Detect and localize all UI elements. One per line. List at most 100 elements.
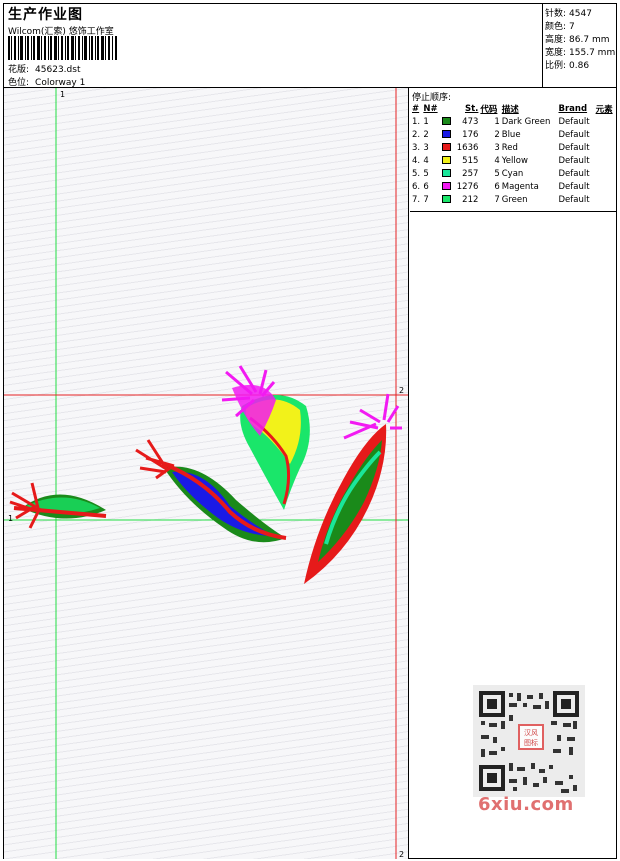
- row-description: Yellow: [501, 155, 528, 166]
- row-index: 3.: [412, 142, 421, 153]
- color-swatch: [441, 128, 453, 141]
- stat-colors-label: 颜色:: [545, 22, 567, 32]
- thread-row[interactable]: 2. 2 176 2 Blue Default: [411, 128, 616, 141]
- col-brand: Brand: [558, 103, 588, 114]
- stat-stitches-value: 4547: [569, 9, 592, 19]
- thread-row[interactable]: 4. 4 515 4 Yellow Default: [411, 154, 616, 167]
- col-element: 元素: [595, 104, 613, 115]
- row-code: 5: [494, 168, 500, 179]
- stat-height: 高度: 86.7 mm: [545, 32, 609, 45]
- qr-stamp-logo: 汉风 图标: [518, 724, 544, 750]
- row-element: [595, 180, 616, 193]
- row-code: 4: [494, 155, 500, 166]
- page-title: 生产作业图: [8, 7, 83, 23]
- row-stitches: 212: [462, 194, 479, 205]
- stat-scale-label: 比例:: [545, 61, 567, 71]
- design-file-line: 花版: 45623.dst: [8, 62, 80, 75]
- thread-row[interactable]: 6. 6 1276 6 Magenta Default: [411, 180, 616, 193]
- color-swatch: [441, 167, 453, 180]
- row-brand: Default: [558, 194, 590, 205]
- color-swatch-box: [441, 130, 451, 138]
- color-swatch-box: [441, 156, 451, 164]
- color-swatch-box: [441, 182, 451, 190]
- col-index: #: [412, 103, 420, 114]
- row-stitches: 473: [462, 116, 479, 127]
- colorway-line: 色位: Colorway 1: [8, 75, 85, 88]
- row-number: 7: [423, 194, 429, 205]
- row-index: 6.: [412, 181, 421, 192]
- row-element: [595, 193, 616, 206]
- col-stitches: St.: [464, 103, 479, 114]
- color-swatch-box: [441, 117, 451, 125]
- row-description: Dark Green: [501, 116, 551, 127]
- shell-motif: [221, 365, 310, 510]
- row-description: Cyan: [501, 168, 524, 179]
- header: 生产作业图 Wilcom(汇索) 悠饰工作室 花版: 45623.dst 色位: C…: [4, 4, 616, 88]
- row-description: Blue: [501, 129, 521, 140]
- row-index: 5.: [412, 168, 421, 179]
- design-label: 花版:: [8, 65, 30, 75]
- colorway-value: Colorway 1: [35, 78, 86, 88]
- design-canvas[interactable]: 1 1 2 2: [4, 88, 409, 859]
- thread-row[interactable]: 7. 7 212 7 Green Default: [411, 193, 616, 206]
- barcode-icon: [8, 36, 117, 60]
- color-swatch: [441, 154, 453, 167]
- stat-scale: 比例: 0.86: [545, 58, 589, 71]
- row-code: 2: [494, 129, 500, 140]
- stat-scale-value: 0.86: [569, 61, 590, 71]
- table-divider: [410, 211, 616, 212]
- stat-stitches: 针数: 4547: [545, 6, 592, 19]
- embroidery-preview: [4, 88, 408, 859]
- stat-width: 宽度: 155.7 mm: [545, 45, 615, 58]
- row-element: [595, 128, 616, 141]
- row-code: 3: [494, 142, 500, 153]
- row-index: 2.: [412, 129, 421, 140]
- col-code: 代码: [480, 104, 498, 115]
- row-description: Red: [501, 142, 518, 153]
- row-number: 4: [423, 155, 429, 166]
- watermark: 6xiu.com: [478, 794, 574, 815]
- row-stitches: 176: [462, 129, 479, 140]
- thread-table-header: # N# St. 代码 描述 Brand 元素: [411, 102, 616, 115]
- design-value: 45623.dst: [35, 65, 81, 75]
- stat-colors: 颜色: 7: [545, 19, 575, 32]
- row-brand: Default: [558, 129, 590, 140]
- row-element: [595, 167, 616, 180]
- row-code: 7: [494, 194, 500, 205]
- row-description: Green: [501, 194, 528, 205]
- row-brand: Default: [558, 155, 590, 166]
- row-stitches: 1276: [456, 181, 479, 192]
- row-stitches: 1636: [456, 142, 479, 153]
- row-number: 2: [423, 129, 429, 140]
- col-description: 描述: [501, 104, 519, 115]
- thread-row[interactable]: 1. 1 473 1 Dark Green Default: [411, 115, 616, 128]
- thread-table-body: 1. 1 473 1 Dark Green Default 2. 2 176 2 Blue Defau…: [411, 115, 616, 206]
- stat-height-value: 86.7 mm: [569, 35, 610, 45]
- axis-marker-right-bottom: 2: [399, 850, 405, 859]
- color-swatch: [441, 193, 453, 206]
- color-swatch: [441, 180, 453, 193]
- axis-marker-left: 1: [8, 514, 14, 523]
- color-swatch-box: [441, 169, 451, 177]
- colorway-label: 色位:: [8, 78, 30, 88]
- production-sheet: 生产作业图 Wilcom(汇索) 悠饰工作室 花版: 45623.dst 色位: C…: [3, 3, 617, 859]
- row-element: [595, 154, 616, 167]
- thread-table: # N# St. 代码 描述 Brand 元素 1. 1 473 1 Dark Gree…: [411, 102, 616, 206]
- color-swatch-box: [441, 143, 451, 151]
- row-number: 6: [423, 181, 429, 192]
- row-code: 6: [494, 181, 500, 192]
- row-code: 1: [494, 116, 500, 127]
- thread-row[interactable]: 5. 5 257 5 Cyan Default: [411, 167, 616, 180]
- col-number: N#: [423, 103, 438, 114]
- row-index: 1.: [412, 116, 421, 127]
- stat-colors-value: 7: [569, 22, 575, 32]
- axis-marker-right-mid: 2: [399, 386, 405, 395]
- col-swatch: [441, 102, 453, 115]
- row-brand: Default: [558, 181, 590, 192]
- feather-right: [304, 393, 402, 584]
- thread-row[interactable]: 3. 3 1636 3 Red Default: [411, 141, 616, 154]
- row-element: [595, 115, 616, 128]
- stat-stitches-label: 针数:: [545, 9, 567, 19]
- axis-marker-top: 1: [60, 90, 66, 99]
- stat-width-value: 155.7 mm: [569, 48, 616, 58]
